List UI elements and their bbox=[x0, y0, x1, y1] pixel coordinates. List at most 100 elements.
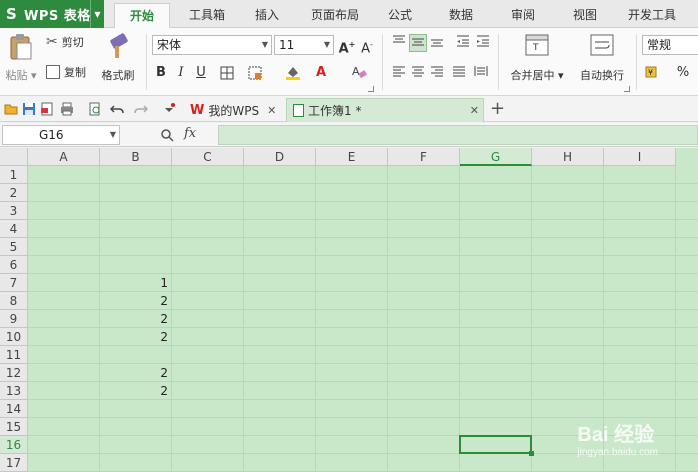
borders-icon[interactable] bbox=[218, 64, 236, 82]
paste-button[interactable]: 粘贴 ▾ bbox=[4, 32, 38, 83]
bold-button[interactable]: B bbox=[152, 64, 170, 82]
align-top-icon[interactable] bbox=[390, 34, 408, 52]
column-header-c[interactable]: C bbox=[172, 148, 244, 166]
column-header-d[interactable]: D bbox=[244, 148, 316, 166]
distribute-icon[interactable] bbox=[472, 64, 490, 82]
row-header-7[interactable]: 7 bbox=[0, 274, 28, 292]
chevron-down-icon[interactable]: ▼ bbox=[90, 0, 104, 28]
row-header-11[interactable]: 11 bbox=[0, 346, 28, 364]
underline-button[interactable]: U bbox=[192, 64, 210, 82]
column-header-g[interactable]: G bbox=[460, 148, 532, 166]
increase-font-icon[interactable]: A+ bbox=[338, 36, 356, 56]
justify-icon[interactable] bbox=[450, 64, 468, 82]
cell-b8[interactable]: 2 bbox=[100, 292, 172, 310]
indent-decrease-icon[interactable] bbox=[454, 34, 472, 52]
row-header-16[interactable]: 16 bbox=[0, 436, 28, 454]
font-name-select[interactable]: 宋体 ▼ bbox=[152, 35, 272, 55]
italic-button[interactable]: I bbox=[172, 64, 190, 82]
row-header-3[interactable]: 3 bbox=[0, 202, 28, 220]
copy-button[interactable]: 复制 bbox=[46, 64, 86, 80]
align-middle-icon[interactable] bbox=[409, 34, 427, 52]
function-fx-icon[interactable]: fx bbox=[184, 126, 196, 141]
grid-vline bbox=[315, 166, 316, 472]
tab-view[interactable]: 视图 bbox=[562, 0, 608, 28]
zoom-search-icon[interactable] bbox=[160, 128, 174, 142]
print-export-icon[interactable] bbox=[40, 102, 54, 116]
close-icon[interactable]: ✕ bbox=[470, 104, 479, 117]
row-header-2[interactable]: 2 bbox=[0, 184, 28, 202]
row-header-15[interactable]: 15 bbox=[0, 418, 28, 436]
alignment-dialog-launcher[interactable] bbox=[624, 86, 630, 92]
cell-b10[interactable]: 2 bbox=[100, 328, 172, 346]
column-header-a[interactable]: A bbox=[28, 148, 100, 166]
column-header-f[interactable]: F bbox=[388, 148, 460, 166]
tab-toolbox[interactable]: 工具箱 bbox=[178, 0, 236, 28]
row-header-9[interactable]: 9 bbox=[0, 310, 28, 328]
name-box[interactable]: G16 ▼ bbox=[2, 125, 120, 145]
row-header-4[interactable]: 4 bbox=[0, 220, 28, 238]
column-header-i[interactable]: I bbox=[604, 148, 676, 166]
tab-page-layout[interactable]: 页面布局 bbox=[300, 0, 370, 28]
wrap-text-button[interactable]: 自动换行 bbox=[574, 34, 630, 83]
percent-button[interactable]: % bbox=[674, 64, 692, 82]
tab-formulas[interactable]: 公式 bbox=[378, 0, 422, 28]
row-header-14[interactable]: 14 bbox=[0, 400, 28, 418]
fill-handle[interactable] bbox=[529, 451, 534, 456]
cell-b12[interactable]: 2 bbox=[100, 364, 172, 382]
ribbon-divider bbox=[146, 34, 147, 90]
row-header-13[interactable]: 13 bbox=[0, 382, 28, 400]
print-icon[interactable] bbox=[60, 102, 74, 116]
font-color-icon[interactable]: A bbox=[312, 64, 330, 82]
indent-increase-icon[interactable] bbox=[474, 34, 492, 52]
align-left-icon[interactable] bbox=[390, 64, 408, 82]
merge-center-button[interactable]: T 合并居中 ▾ bbox=[506, 34, 568, 83]
tab-developer[interactable]: 开发工具 bbox=[620, 0, 684, 28]
tab-data[interactable]: 数据 bbox=[438, 0, 484, 28]
undo-icon[interactable] bbox=[110, 102, 124, 116]
format-painter-button[interactable]: 格式刷 bbox=[96, 32, 140, 83]
align-bottom-icon[interactable] bbox=[428, 34, 446, 52]
row-header-5[interactable]: 5 bbox=[0, 238, 28, 256]
cell-style-icon[interactable] bbox=[246, 64, 264, 82]
doc-tab-label: 工作簿1 * bbox=[308, 104, 362, 118]
number-format-select[interactable]: 常规 bbox=[642, 35, 698, 55]
row-header-1[interactable]: 1 bbox=[0, 166, 28, 184]
cell-b7[interactable]: 1 bbox=[100, 274, 172, 292]
print-preview-icon[interactable] bbox=[88, 102, 102, 116]
fill-color-icon[interactable] bbox=[284, 64, 302, 82]
cell-b13[interactable]: 2 bbox=[100, 382, 172, 400]
cell-b9[interactable]: 2 bbox=[100, 310, 172, 328]
row-header-12[interactable]: 12 bbox=[0, 364, 28, 382]
customize-quick-access-icon[interactable] bbox=[162, 102, 176, 116]
doc-tab-my-wps[interactable]: W 我的WPS ✕ bbox=[184, 98, 284, 122]
app-menu-button[interactable]: S WPS 表格 ▼ bbox=[0, 0, 104, 28]
decrease-font-icon[interactable]: A- bbox=[358, 36, 376, 56]
clear-format-icon[interactable]: A bbox=[350, 64, 368, 82]
close-icon[interactable]: ✕ bbox=[267, 104, 276, 117]
row-header-8[interactable]: 8 bbox=[0, 292, 28, 310]
column-header-h[interactable]: H bbox=[532, 148, 604, 166]
select-all-corner[interactable] bbox=[0, 148, 28, 166]
active-cell-selection[interactable] bbox=[459, 435, 532, 454]
row-header-10[interactable]: 10 bbox=[0, 328, 28, 346]
row-header-6[interactable]: 6 bbox=[0, 256, 28, 274]
save-icon[interactable] bbox=[22, 102, 36, 116]
column-header-e[interactable]: E bbox=[316, 148, 388, 166]
tab-home[interactable]: 开始 bbox=[114, 3, 170, 29]
align-center-icon[interactable] bbox=[409, 64, 427, 82]
open-folder-icon[interactable] bbox=[4, 102, 18, 116]
font-size-select[interactable]: 11 ▼ bbox=[274, 35, 334, 55]
column-header-b[interactable]: B bbox=[100, 148, 172, 166]
doc-tab-workbook[interactable]: 工作簿1 * ✕ bbox=[286, 98, 484, 122]
row-header-17[interactable]: 17 bbox=[0, 454, 28, 472]
tab-insert[interactable]: 插入 bbox=[244, 0, 290, 28]
font-dialog-launcher[interactable] bbox=[368, 86, 374, 92]
currency-icon[interactable]: ¥ bbox=[644, 64, 662, 82]
ribbon: 粘贴 ▾ ✂ 剪切 复制 格式刷 宋体 ▼ 11 ▼ A+ A- B I U A bbox=[0, 28, 698, 96]
formula-input[interactable] bbox=[218, 125, 698, 145]
tab-review[interactable]: 审阅 bbox=[500, 0, 546, 28]
new-tab-plus-icon[interactable]: + bbox=[490, 98, 505, 120]
align-right-icon[interactable] bbox=[428, 64, 446, 82]
redo-icon[interactable] bbox=[134, 102, 148, 116]
cut-button[interactable]: ✂ 剪切 bbox=[46, 34, 84, 50]
